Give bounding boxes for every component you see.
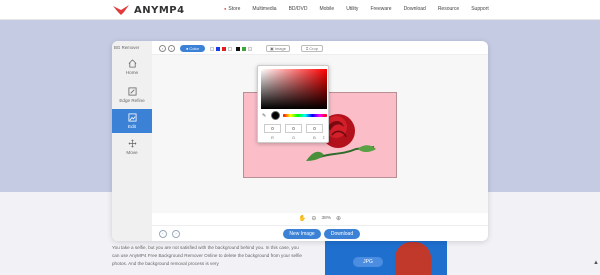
rgb-labels: R G B	[264, 135, 323, 140]
sidebar-item-label: Home	[125, 70, 139, 75]
format-toggle-icon[interactable]: ⇕	[322, 135, 325, 140]
rgb-inputs: 0 0 0	[264, 124, 323, 133]
zoom-in-icon[interactable]: ⊕	[336, 215, 341, 222]
move-icon	[128, 139, 136, 148]
nav-download[interactable]: Download	[404, 6, 426, 12]
current-color-swatch	[271, 111, 280, 120]
red-input[interactable]: 0	[264, 124, 281, 133]
color-label: Color	[189, 46, 199, 51]
bg-remover-modal: BG Remover Home Edge Refine Edit Move ‹ …	[112, 41, 488, 241]
nav-bd-dvd[interactable]: BD/DVD	[289, 6, 308, 12]
swatch-black[interactable]	[236, 47, 240, 51]
edge-refine-icon	[127, 87, 137, 96]
zoom-controls: ✋ ⊖ 38% ⊕	[152, 213, 488, 223]
undo-icon[interactable]: ‹	[159, 45, 166, 52]
hue-slider[interactable]	[283, 114, 327, 117]
saturation-value-area[interactable]	[261, 69, 327, 109]
sidebar-item-home[interactable]: Home	[112, 55, 152, 79]
intro-paragraph: You take a selfie, but you are not satis…	[112, 245, 302, 266]
app-title: BG Remover	[114, 45, 140, 50]
brand-name: ANYMP4	[134, 4, 185, 16]
person-figure	[395, 242, 431, 275]
nav-store[interactable]: Store	[224, 6, 240, 12]
green-label: G	[291, 135, 296, 140]
red-label: R	[271, 135, 274, 140]
nav-resource[interactable]: Resource	[438, 6, 459, 12]
color-icon: ●	[186, 46, 189, 51]
new-image-button[interactable]: New Image	[283, 229, 321, 239]
sidebar-item-edge-refine[interactable]: Edge Refine	[112, 83, 152, 107]
edit-icon	[127, 113, 137, 122]
image-icon: ▣	[270, 46, 274, 51]
zoom-out-icon[interactable]: ⊖	[311, 215, 316, 222]
modal-footer: ‹ › New Image Download	[152, 225, 488, 241]
crop-label: Crop	[309, 46, 318, 51]
sidebar-item-move[interactable]: Move	[112, 135, 152, 159]
sidebar-item-label: Move	[126, 150, 138, 155]
example-image: JPG	[325, 240, 447, 275]
sidebar-item-label: Edit	[128, 124, 136, 129]
swatch-white-2[interactable]	[228, 47, 232, 51]
sidebar: BG Remover Home Edge Refine Edit Move	[112, 41, 152, 241]
site-header: ANYMP4 Store Multimedia BD/DVD Mobile Ut…	[0, 0, 600, 20]
swatch-red[interactable]	[222, 47, 226, 51]
sidebar-item-label: Edge Refine	[119, 98, 145, 103]
swatch-green[interactable]	[242, 47, 246, 51]
nav-mobile[interactable]: Mobile	[319, 6, 334, 12]
logo-bird-icon	[113, 5, 129, 15]
hand-icon[interactable]: ✋	[299, 215, 306, 222]
eyedropper-icon[interactable]: ✎	[262, 113, 266, 119]
crop-button[interactable]: ⌗ Crop	[301, 45, 323, 52]
main-nav: Store Multimedia BD/DVD Mobile Utility F…	[224, 6, 489, 12]
nav-freeware[interactable]: Freeware	[370, 6, 391, 12]
scroll-up-icon[interactable]: ▲	[593, 260, 599, 266]
color-button[interactable]: ● Color	[180, 45, 205, 52]
next-icon[interactable]: ›	[172, 230, 180, 238]
edit-toolbar: ‹ › ● Color ▣ Image ⌗ Crop	[152, 41, 488, 55]
swatch-blue[interactable]	[216, 47, 220, 51]
nav-support[interactable]: Support	[471, 6, 489, 12]
prev-icon[interactable]: ‹	[159, 230, 167, 238]
blue-input[interactable]: 0	[306, 124, 323, 133]
green-input[interactable]: 0	[285, 124, 302, 133]
redo-icon[interactable]: ›	[168, 45, 175, 52]
nav-multimedia[interactable]: Multimedia	[252, 6, 276, 12]
image-button[interactable]: ▣ Image	[266, 45, 290, 52]
nav-utility[interactable]: Utility	[346, 6, 358, 12]
image-label: Image	[274, 46, 286, 51]
brand-logo[interactable]: ANYMP4	[112, 4, 185, 16]
download-button[interactable]: Download	[324, 229, 360, 239]
zoom-level: 38%	[321, 215, 332, 221]
blue-label: B	[313, 135, 316, 140]
swatch-custom[interactable]	[248, 47, 252, 51]
jpg-badge: JPG	[353, 257, 383, 267]
color-picker: ✎ 0 0 0 R G B ⇕	[257, 65, 329, 143]
crop-icon: ⌗	[306, 46, 309, 51]
swatch-white[interactable]	[210, 47, 214, 51]
home-icon	[128, 59, 136, 68]
canvas-area[interactable]: ✎ 0 0 0 R G B ⇕	[152, 55, 488, 213]
sidebar-item-edit[interactable]: Edit	[112, 109, 152, 133]
